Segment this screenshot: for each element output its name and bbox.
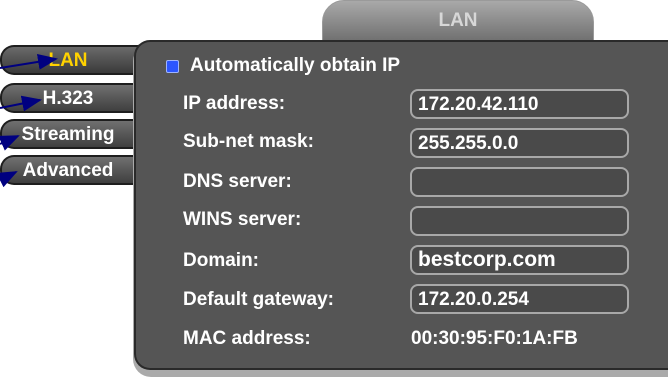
panel-title-tab: LAN [322, 0, 594, 44]
tab-advanced-label: Advanced [22, 160, 114, 181]
auto-ip-radio[interactable] [166, 60, 179, 73]
dns-server-label: DNS server: [183, 171, 292, 192]
domain-field[interactable]: bestcorp.com [410, 245, 629, 275]
ip-address-label: IP address: [183, 93, 286, 114]
lan-settings-screen: LAN LAN H.323 Streaming Advanced Automat… [0, 0, 668, 378]
subnet-mask-field[interactable]: 255.255.0.0 [410, 128, 629, 158]
tab-lan-label: LAN [48, 50, 88, 71]
subnet-mask-label: Sub-net mask: [183, 131, 314, 152]
domain-label: Domain: [183, 250, 259, 271]
dns-server-field[interactable] [410, 167, 629, 197]
default-gateway-field[interactable]: 172.20.0.254 [410, 284, 629, 314]
default-gateway-label: Default gateway: [183, 289, 334, 310]
tab-streaming-label: Streaming [21, 124, 115, 145]
panel-title: LAN [438, 10, 478, 31]
mac-address-label: MAC address: [183, 328, 311, 349]
mac-address-value: 00:30:95:F0:1A:FB [411, 328, 578, 349]
ip-address-field[interactable]: 172.20.42.110 [410, 89, 629, 119]
auto-ip-label[interactable]: Automatically obtain IP [190, 55, 400, 77]
tab-h323-label: H.323 [42, 88, 94, 109]
wins-server-field[interactable] [410, 206, 629, 236]
wins-server-label: WINS server: [183, 209, 302, 230]
